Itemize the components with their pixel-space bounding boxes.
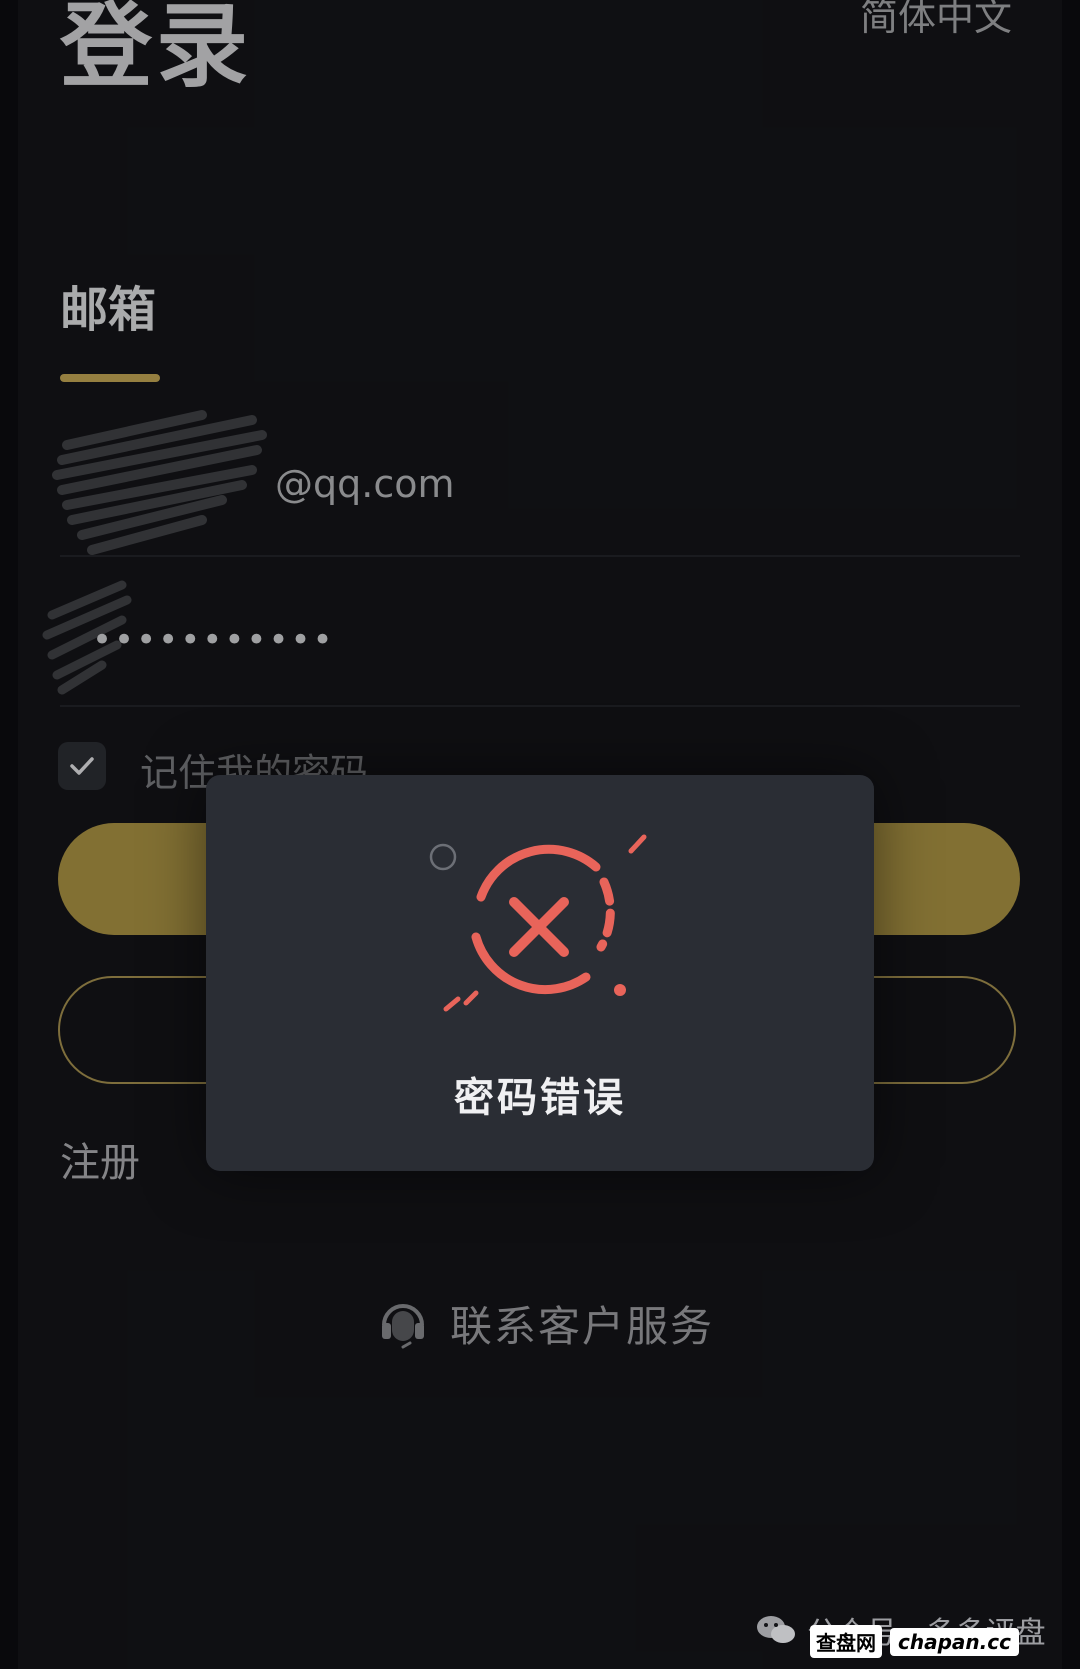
site-badge: 查盘网 xyxy=(810,1625,882,1658)
site-url: chapan.cc xyxy=(890,1627,1019,1656)
dialog-message: 密码错误 xyxy=(454,1075,626,1121)
error-icon xyxy=(429,834,647,1012)
site-watermark: 查盘网 chapan.cc xyxy=(810,1625,1019,1658)
wechat-icon xyxy=(757,1616,795,1643)
error-dialog: 密码错误 xyxy=(206,775,874,1171)
